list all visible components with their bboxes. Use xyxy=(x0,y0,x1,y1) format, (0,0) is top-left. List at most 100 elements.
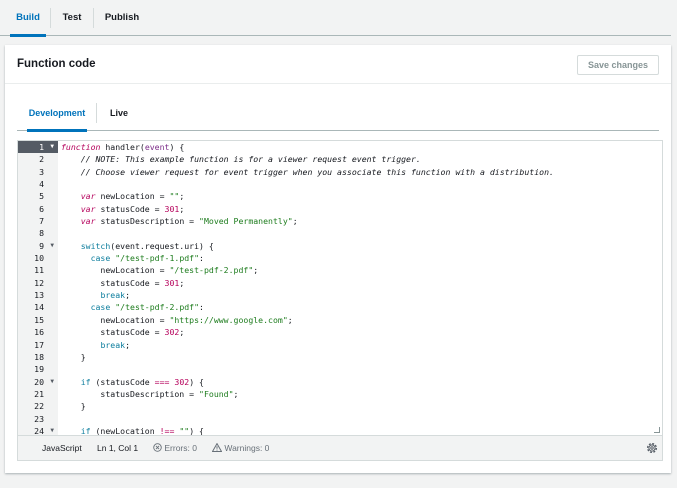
line-number: 24 ▼ xyxy=(18,425,58,436)
line-number-text: 12 xyxy=(34,277,44,288)
line-number-text: 13 xyxy=(34,290,44,301)
code-editor[interactable]: 1 ▼ 2 3 4 5 6 7 8 9 ▼ 10 11 12 13 14 15 16 17 18 19 20 ▼ 21 22 23… xyxy=(17,140,663,436)
code-line: if (newLocation !== "") { xyxy=(80,425,204,436)
code-line: var statusDescription = "Moved Permanent… xyxy=(80,216,298,227)
line-number: 1 ▼ xyxy=(18,141,58,154)
tab-divider xyxy=(96,103,97,123)
tab-publish[interactable]: Publish xyxy=(100,0,144,36)
line-number-text: 19 xyxy=(34,364,44,375)
line-number: 11 xyxy=(18,264,58,276)
line-number-text: 11 xyxy=(34,265,44,276)
code-line: case "/test-pdf-1.pdf": xyxy=(90,253,204,264)
line-number: 15 xyxy=(18,314,58,326)
line-number-text: 17 xyxy=(34,339,44,350)
code-line: // Choose viewer request for event trigg… xyxy=(80,166,554,177)
line-number-text: 9 xyxy=(39,240,44,251)
line-number: 8 xyxy=(18,227,58,239)
circle-x-icon xyxy=(153,443,162,452)
line-number-text: 21 xyxy=(34,388,44,399)
line-number-text: 5 xyxy=(39,191,44,202)
line-number-text: 18 xyxy=(34,351,44,362)
line-number-text: 2 xyxy=(39,154,44,165)
line-number: 13 xyxy=(18,289,58,301)
line-number: 5 xyxy=(18,190,58,202)
line-number-text: 3 xyxy=(39,166,44,177)
code-line: // NOTE: This example function is for a … xyxy=(80,154,421,165)
gear-icon[interactable] xyxy=(646,442,658,454)
line-number: 9 ▼ xyxy=(18,240,58,252)
code-line: switch(event.request.uri) { xyxy=(80,240,214,251)
warnings-count: Warnings: 0 xyxy=(224,443,270,453)
line-number: 17 xyxy=(18,339,58,351)
line-number: 21 xyxy=(18,388,58,400)
line-number-text: 10 xyxy=(34,253,44,264)
code-line: break; xyxy=(100,339,131,350)
line-number-text: 24 xyxy=(34,425,44,436)
top-tabs: Build Test Publish xyxy=(0,0,671,37)
code-line: case "/test-pdf-2.pdf": xyxy=(90,302,204,313)
save-changes-button[interactable]: Save changes xyxy=(577,55,659,75)
tab-divider xyxy=(50,8,51,28)
line-number: 23 xyxy=(18,413,58,425)
resize-handle-icon[interactable] xyxy=(654,427,660,433)
line-number: 16 xyxy=(18,326,58,338)
cursor-position[interactable]: Ln 1, Col 1 xyxy=(97,443,138,453)
fold-toggle-icon[interactable]: ▼ xyxy=(50,376,54,388)
line-number: 20 ▼ xyxy=(18,376,58,388)
line-number-text: 22 xyxy=(34,401,44,412)
line-number-text: 14 xyxy=(34,302,44,313)
line-number: 19 xyxy=(18,363,58,375)
tab-divider xyxy=(93,8,94,28)
tab-test[interactable]: Test xyxy=(56,0,88,36)
line-number: 4 xyxy=(18,178,58,190)
line-number: 14 xyxy=(18,301,58,313)
code-line: newLocation = "/test-pdf-2.pdf"; xyxy=(61,265,259,276)
code-line: break; xyxy=(100,290,131,301)
line-number-text: 4 xyxy=(39,179,44,190)
line-number: 2 xyxy=(18,153,58,165)
editor-status-bar: JavaScript Ln 1, Col 1 Errors: 0 Warning… xyxy=(17,436,663,461)
line-number-text: 20 xyxy=(34,376,44,387)
errors-indicator[interactable]: Errors: 0 xyxy=(153,443,197,453)
code-line: statusDescription = "Found"; xyxy=(61,388,239,399)
code-line: statusCode = 302; xyxy=(61,327,185,338)
line-number: 3 xyxy=(18,166,58,178)
function-code-panel: Function code Save changes Development L… xyxy=(5,45,671,473)
line-number: 18 xyxy=(18,351,58,363)
fold-toggle-icon[interactable]: ▼ xyxy=(50,425,54,435)
fold-toggle-icon[interactable]: ▼ xyxy=(50,141,54,153)
warning-triangle-icon xyxy=(211,442,223,452)
panel-header: Function code Save changes xyxy=(5,45,671,84)
line-number-text: 7 xyxy=(39,216,44,227)
line-number: 12 xyxy=(18,277,58,289)
line-number-text: 8 xyxy=(39,228,44,239)
line-number-text: 15 xyxy=(34,314,44,325)
line-number: 7 xyxy=(18,215,58,227)
code-line: statusCode = 301; xyxy=(61,277,185,288)
line-number-text: 6 xyxy=(39,203,44,214)
fold-toggle-icon[interactable]: ▼ xyxy=(50,240,54,252)
gutter-lines: 1 ▼ 2 3 4 5 6 7 8 9 ▼ 10 11 12 13 14 15 16 17 18 19 20 ▼ 21 22 23… xyxy=(18,141,58,436)
tab-live[interactable]: Live xyxy=(105,101,133,131)
line-number: 22 xyxy=(18,400,58,412)
code-line: var newLocation = ""; xyxy=(80,191,185,202)
code-line: var statusCode = 301; xyxy=(80,203,185,214)
tab-development[interactable]: Development xyxy=(27,101,87,132)
code-text-area[interactable]: function handler(event) { // NOTE: This … xyxy=(58,141,662,435)
language-mode[interactable]: JavaScript xyxy=(42,443,82,453)
code-line: if (statusCode === 302) { xyxy=(80,376,204,387)
line-number: 10 xyxy=(18,252,58,264)
code-stage-tabs: Development Live xyxy=(17,101,659,132)
code-line: function handler(event) { xyxy=(61,142,185,152)
tab-build[interactable]: Build xyxy=(10,0,46,37)
line-number-text: 16 xyxy=(34,327,44,338)
warnings-indicator[interactable]: Warnings: 0 xyxy=(211,442,270,453)
code-line: } xyxy=(61,351,86,362)
code-line: newLocation = "https://www.google.com"; xyxy=(61,314,293,325)
panel-title: Function code xyxy=(17,58,96,70)
errors-count: Errors: 0 xyxy=(164,443,197,453)
line-number: 6 xyxy=(18,203,58,215)
